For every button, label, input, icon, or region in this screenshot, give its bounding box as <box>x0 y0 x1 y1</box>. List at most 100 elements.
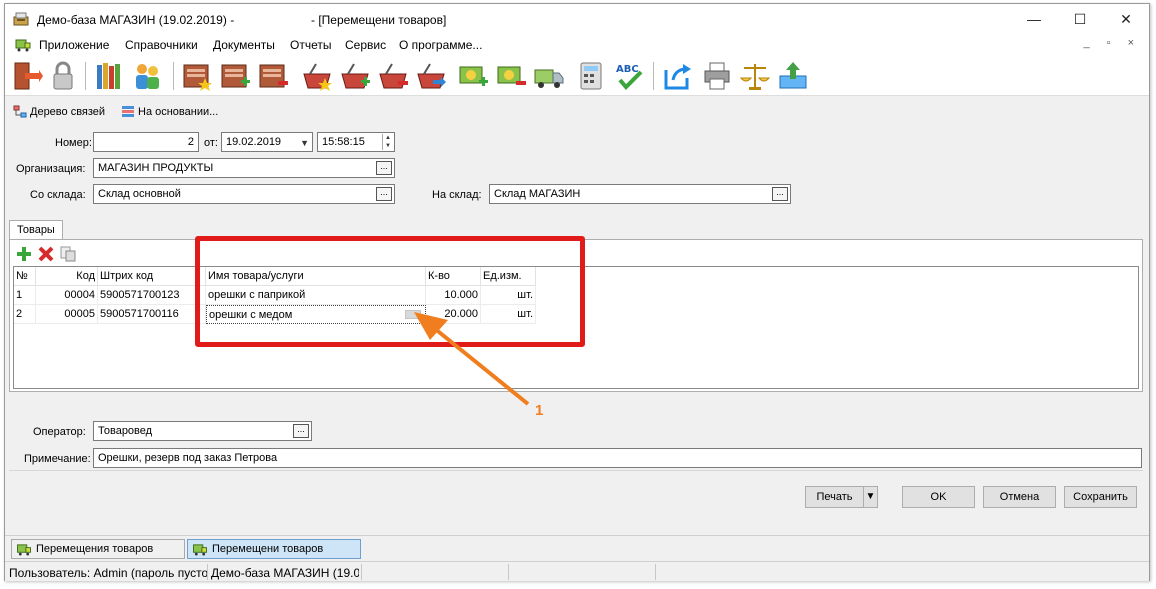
doc-add-icon[interactable] <box>219 60 251 92</box>
mdi-window-buttons[interactable]: _ ▫ × <box>1083 37 1141 49</box>
document-move-icon <box>17 544 31 556</box>
status-user: Пользователь: Admin (пароль пусто <box>9 566 207 580</box>
svg-text:ABC: ABC <box>616 64 639 75</box>
from-warehouse-label: Со склада: <box>30 189 86 201</box>
lock-icon[interactable] <box>47 60 79 92</box>
books-icon[interactable] <box>93 60 125 92</box>
operator-label: Оператор: <box>33 426 86 438</box>
cell-num[interactable]: 2 <box>14 305 36 324</box>
export-icon[interactable] <box>661 60 693 92</box>
basket-move-icon[interactable] <box>415 60 447 92</box>
toolbar-separator <box>173 62 174 90</box>
time-field[interactable]: 15:58:15 ▲ ▼ <box>317 132 395 152</box>
menu-item-about[interactable]: О программе... <box>399 38 482 52</box>
copy-row-icon[interactable] <box>60 246 76 262</box>
tree-link[interactable]: Дерево связей <box>13 105 105 118</box>
menu-bar: Приложение Справочники Документы Отчеты … <box>5 34 1149 56</box>
basket-star-icon[interactable] <box>301 60 333 92</box>
from-warehouse-select-button[interactable]: ... <box>376 187 392 201</box>
org-label: Организация: <box>16 163 86 175</box>
cell-code[interactable]: 00005 <box>36 305 98 324</box>
window-tab-move-doc[interactable]: Перемещени товаров <box>187 539 361 559</box>
exit-icon[interactable] <box>11 60 43 92</box>
date-field[interactable]: 19.02.2019 ▼ <box>221 132 313 152</box>
cell-barcode[interactable]: 5900571700116 <box>98 305 206 324</box>
stack-icon <box>122 106 134 117</box>
based-on-label: На основании... <box>138 105 219 118</box>
cancel-button[interactable]: Отмена <box>983 486 1056 508</box>
cell-num[interactable]: 1 <box>14 286 36 305</box>
status-separator <box>655 564 656 580</box>
org-select-button[interactable]: ... <box>376 161 392 175</box>
status-bar: Пользователь: Admin (пароль пусто Демо-б… <box>5 561 1149 581</box>
grid-header-barcode[interactable]: Штрих код <box>98 267 206 286</box>
ok-button[interactable]: OK <box>902 486 975 508</box>
note-field[interactable]: Орешки, резерв под заказ Петрова <box>93 448 1142 468</box>
grid-header-code[interactable]: Код <box>36 267 98 286</box>
scales-icon[interactable] <box>739 60 771 92</box>
tree-link-label: Дерево связей <box>30 105 106 118</box>
app-icon <box>13 12 29 26</box>
cell-code[interactable]: 00004 <box>36 286 98 305</box>
toolbar-separator <box>85 62 86 90</box>
based-on-link[interactable]: На основании... <box>121 105 218 118</box>
menu-item-references[interactable]: Справочники <box>125 38 198 52</box>
grid-header-num[interactable]: № <box>14 267 36 286</box>
tab-goods[interactable]: Товары <box>9 220 63 240</box>
cell-barcode[interactable]: 5900571700123 <box>98 286 206 305</box>
truck-icon[interactable] <box>533 60 565 92</box>
from-warehouse-field[interactable]: Склад основной ... <box>93 184 395 204</box>
date-value: 19.02.2019 <box>226 136 282 148</box>
spellcheck-icon[interactable]: ABC <box>613 60 645 92</box>
operator-value: Товаровед <box>98 425 153 437</box>
to-warehouse-select-button[interactable]: ... <box>772 187 788 201</box>
doc-star-icon[interactable] <box>181 60 213 92</box>
print-dropdown-arrow[interactable]: ▼ <box>863 487 877 507</box>
number-label: Номер: <box>55 137 92 149</box>
calculator-icon[interactable] <box>575 60 607 92</box>
menu-item-reports[interactable]: Отчеты <box>290 38 331 52</box>
window-title-app: Демо-база МАГАЗИН (19.02.2019) - <box>37 13 235 27</box>
add-row-icon[interactable] <box>16 246 32 262</box>
toolbar: ABC <box>5 56 1149 96</box>
to-warehouse-label: На склад: <box>432 189 482 201</box>
menu-item-documents[interactable]: Документы <box>213 38 275 52</box>
tree-icon <box>13 105 27 118</box>
org-value: МАГАЗИН ПРОДУКТЫ <box>98 162 214 174</box>
save-button[interactable]: Сохранить <box>1064 486 1137 508</box>
minimize-button[interactable]: — <box>1011 4 1057 34</box>
from-warehouse-value: Склад основной <box>98 188 181 200</box>
users-icon[interactable] <box>131 60 163 92</box>
toolbar-separator <box>653 62 654 90</box>
to-warehouse-field[interactable]: Склад МАГАЗИН ... <box>489 184 791 204</box>
print-button-label: Печать <box>816 491 853 503</box>
menu-item-app[interactable]: Приложение <box>39 38 109 52</box>
upload-icon[interactable] <box>777 60 809 92</box>
operator-field[interactable]: Товаровед ... <box>93 421 312 441</box>
menu-item-service[interactable]: Сервис <box>345 38 386 52</box>
maximize-button[interactable]: ☐ <box>1057 4 1103 34</box>
money-remove-icon[interactable] <box>495 60 527 92</box>
print-button[interactable]: Печать ▼ <box>805 486 878 508</box>
chevron-down-icon[interactable]: ▼ <box>300 138 309 148</box>
window-tabs-bar: Перемещения товаров Перемещени товаров <box>5 535 1149 559</box>
window-title-doc: - [Перемещени товаров] <box>311 13 447 27</box>
status-separator <box>361 564 362 580</box>
status-separator <box>508 564 509 580</box>
time-value: 15:58:15 <box>322 136 365 148</box>
window-tab-label: Перемещени товаров <box>212 543 324 555</box>
delete-row-icon[interactable] <box>38 246 54 262</box>
money-add-icon[interactable] <box>457 60 489 92</box>
basket-remove-icon[interactable] <box>377 60 409 92</box>
basket-add-icon[interactable] <box>339 60 371 92</box>
org-field[interactable]: МАГАЗИН ПРОДУКТЫ ... <box>93 158 395 178</box>
time-spinner[interactable]: ▲ ▼ <box>382 134 393 150</box>
window-tab-moves-list[interactable]: Перемещения товаров <box>11 539 185 559</box>
printer-icon[interactable] <box>701 60 733 92</box>
operator-select-button[interactable]: ... <box>293 424 309 438</box>
date-from-label: от: <box>204 137 218 149</box>
close-button[interactable]: ✕ <box>1103 4 1149 34</box>
divider <box>9 470 1143 471</box>
number-field[interactable]: 2 <box>93 132 199 152</box>
doc-remove-icon[interactable] <box>257 60 289 92</box>
